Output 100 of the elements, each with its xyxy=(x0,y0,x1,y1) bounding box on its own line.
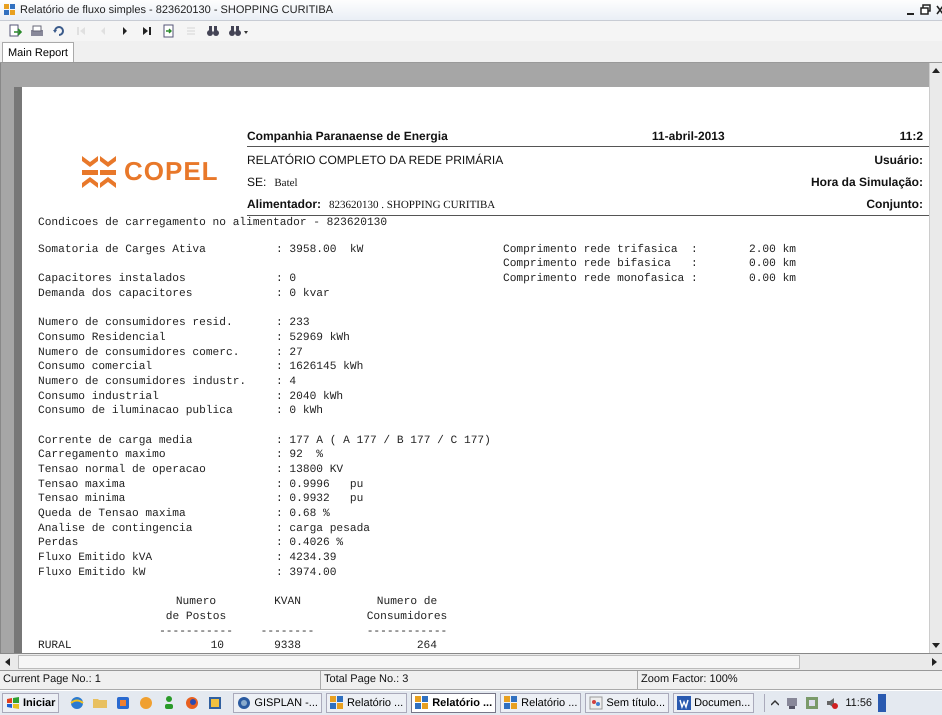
column-rule: ------------ xyxy=(366,624,448,640)
field-label: Corrente de carga media xyxy=(38,434,194,448)
paint-icon xyxy=(589,696,604,710)
header-label: 11:2 xyxy=(900,128,923,145)
field-value: : 1626145 kWh xyxy=(276,360,364,375)
field-value: : 177 A ( A 177 / B 177 / C 177) xyxy=(276,434,491,448)
app-icon[interactable] xyxy=(207,695,224,711)
header-text: SE: xyxy=(247,174,266,191)
field-value: : 27 xyxy=(276,346,303,360)
field-value: : 0 kvar xyxy=(276,286,330,302)
field-label: Numero de consumidores industr. xyxy=(38,374,248,390)
network-icon[interactable] xyxy=(785,696,800,710)
field-label: Carregamento maximo xyxy=(38,448,167,463)
column-header: KVAN xyxy=(274,595,301,610)
field-label: Consumo comercial xyxy=(38,360,154,375)
header-text: Alimentador: xyxy=(247,196,322,213)
field-value: : 0.68 % xyxy=(276,507,330,522)
header-label: Conjunto: xyxy=(866,196,923,213)
field-label: Consumo Residencial xyxy=(38,330,167,346)
column-rule: -------- xyxy=(260,624,316,640)
column-header: Numero xyxy=(176,595,216,610)
field-value: : 52969 kWh xyxy=(276,330,350,346)
caret-icon[interactable] xyxy=(771,699,780,707)
field-value: : 0.9996 pu xyxy=(276,478,364,492)
section-heading: Condicoes de carregamento no alimentador - 823620130 xyxy=(38,216,388,231)
status-text: Current Page No.: 1 xyxy=(0,671,321,689)
vertical-scrollbar[interactable] xyxy=(929,63,942,653)
scroll-down-icon[interactable] xyxy=(932,643,940,649)
scroll-thumb[interactable] xyxy=(18,655,800,669)
header-value: Batel xyxy=(274,176,298,191)
show-desktop-button[interactable] xyxy=(878,694,886,712)
logo-text: COPEL xyxy=(124,156,219,187)
scroll-left-icon[interactable] xyxy=(4,658,10,666)
field-label: Fluxo Emitido kW xyxy=(38,566,146,580)
app-icon xyxy=(4,4,16,16)
field-value: : carga pesada xyxy=(276,522,370,536)
scroll-right-icon[interactable] xyxy=(932,658,938,666)
close-icon[interactable] xyxy=(936,4,942,16)
status-text: Total Page No.: 3 xyxy=(321,671,638,689)
field-value: 0.00 km xyxy=(749,272,796,287)
taskbar-button[interactable]: Relatório ... xyxy=(411,693,496,713)
column-header: Numero de xyxy=(376,595,438,610)
field-label: Tensao minima xyxy=(38,492,126,508)
field-label: Analise de contingencia xyxy=(38,522,194,536)
field-value: 0.00 km xyxy=(749,257,796,272)
window-title: Relatório de fluxo simples - 823620130 - SHOPPING CURITIBA xyxy=(20,4,334,16)
report-tab[interactable]: Main Report xyxy=(2,42,74,62)
tray-app-icon[interactable] xyxy=(805,696,820,710)
field-label: Somatoria de Carges Ativa xyxy=(38,242,207,258)
field-label: Capacitores instalados xyxy=(38,272,187,287)
field-value: : 0 xyxy=(276,272,296,287)
header-label: Usuário: xyxy=(874,152,923,169)
field-value: : 3974.00 xyxy=(276,566,336,580)
field-label: Comprimento rede bifasica : xyxy=(503,257,699,272)
flag-icon xyxy=(6,697,20,709)
header-text: Companhia Paranaense de Energia xyxy=(247,128,448,145)
field-value: : 4234.39 xyxy=(276,551,336,566)
field-value: : 3958.00 kW xyxy=(276,242,364,258)
field-value: : 4 xyxy=(276,374,296,390)
scroll-up-icon[interactable] xyxy=(932,67,940,73)
field-label: Comprimento rede trifasica : xyxy=(503,242,699,258)
status-text: Zoom Factor: 100% xyxy=(640,672,739,687)
document-icon xyxy=(677,696,692,710)
start-button[interactable]: Iniciar xyxy=(2,693,60,713)
column-header: de Postos xyxy=(166,610,226,625)
maximize-icon[interactable] xyxy=(920,4,932,16)
column-header: Consumidores xyxy=(366,610,448,625)
column-rule: ----------- xyxy=(158,624,234,640)
field-label: Perdas xyxy=(38,536,80,552)
table-cell-text: 9338 xyxy=(273,639,302,653)
field-value: : 92 % xyxy=(276,448,323,463)
header-value: 823620130 . SHOPPING CURITIBA xyxy=(329,198,496,213)
field-label: Demanda dos capacitores xyxy=(38,286,194,302)
taskbar-button[interactable]: Relatório ... xyxy=(326,693,408,713)
field-label: Queda de Tensao maxima xyxy=(38,507,187,522)
table-cell-text: 10 xyxy=(210,639,225,653)
report-icon xyxy=(504,696,518,710)
field-label: Tensao normal de operacao xyxy=(38,463,207,478)
field-label: Consumo industrial xyxy=(38,390,160,404)
field-label: Fluxo Emitido kVA xyxy=(38,551,154,566)
horizontal-scrollbar[interactable] xyxy=(0,653,942,671)
field-label: Consumo de iluminacao publica xyxy=(38,404,234,419)
logo-icon xyxy=(80,154,118,190)
field-value: : 233 xyxy=(276,316,310,331)
taskbar-button[interactable]: Relatório ... xyxy=(500,693,582,713)
field-label: Tensao maxima xyxy=(38,478,126,492)
field-value: : 2040 kWh xyxy=(276,390,344,404)
taskbar-button[interactable]: Documen... xyxy=(673,693,754,713)
field-label: Comprimento rede monofasica : xyxy=(503,272,699,287)
app-icon[interactable] xyxy=(115,695,132,711)
row-label: RURAL xyxy=(38,639,73,653)
report-date: 11-abril-2013 xyxy=(652,128,725,145)
taskbar-button[interactable]: GISPLAN -... xyxy=(233,693,322,713)
header-label: Hora da Simulação: xyxy=(810,174,923,191)
table-cell-text: 264 xyxy=(416,639,438,653)
field-value: : 13800 KV xyxy=(276,463,344,478)
taskbar-button[interactable]: Sem título... xyxy=(585,693,670,713)
field-value: 2.00 km xyxy=(749,242,796,258)
speaker-icon[interactable] xyxy=(825,696,840,710)
field-value: : 0.9932 pu xyxy=(276,492,364,508)
